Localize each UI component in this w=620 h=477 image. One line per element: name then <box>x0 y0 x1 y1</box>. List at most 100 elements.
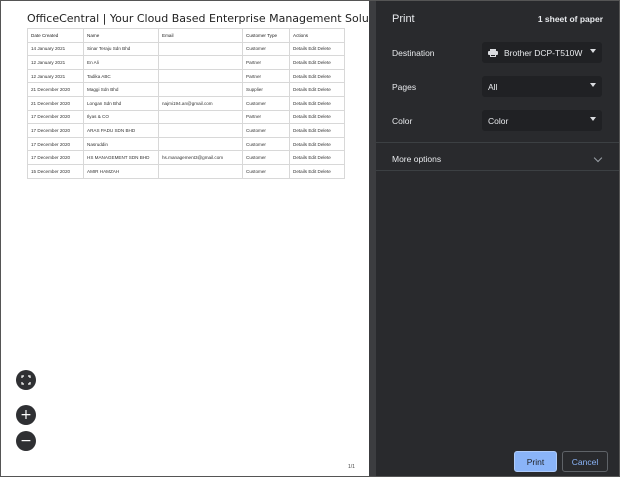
cell-actions[interactable]: Details Edit Delete <box>289 150 345 165</box>
table-row: 17 December 2020 ARAS PADU SDN BHD Custome… <box>27 123 345 138</box>
customer-table: Date Created Name Email Customer Type Ac… <box>27 28 345 179</box>
cell-actions[interactable]: Details Edit Delete <box>289 82 345 97</box>
cell-date-created: 21 December 2020 <box>27 95 84 111</box>
cell-date-created: 17 December 2020 <box>27 150 84 165</box>
destination-value: Brother DCP-T510W <box>504 47 583 58</box>
page-number: 1/1 <box>348 464 355 470</box>
pages-label: Pages <box>392 82 417 92</box>
column-header-customer-type: Customer Type <box>242 28 290 43</box>
cell-name: En Ali <box>83 55 159 70</box>
cell-customer-type: Customer <box>242 150 290 165</box>
table-row: 14 January 2021 Sinar Teraju Sdn Bhd Custo… <box>27 41 345 57</box>
preview-scrollbar[interactable] <box>369 1 376 476</box>
cell-customer-type: Supplier <box>242 82 290 97</box>
print-settings-panel: Print 1 sheet of paper Destination Broth… <box>376 1 619 476</box>
cell-date-created: 17 December 2020 <box>27 136 84 152</box>
pages-select[interactable]: All <box>482 76 602 97</box>
table-row: 12 January 2021 Tadika ABC Partner Details … <box>27 68 345 84</box>
cell-name: AMIR HAMZAH <box>83 163 159 179</box>
cell-date-created: 12 January 2021 <box>27 55 84 70</box>
cell-email <box>158 123 243 138</box>
cell-date-created: 12 January 2021 <box>27 68 84 84</box>
plus-icon: + <box>20 407 32 423</box>
cell-customer-type: Customer <box>242 41 290 57</box>
destination-select[interactable]: Brother DCP-T510W <box>482 42 602 63</box>
cell-actions[interactable]: Details Edit Delete <box>289 163 345 179</box>
more-options-toggle[interactable]: More options <box>392 154 441 164</box>
document-title: OfficeCentral | Your Cloud Based Enterpr… <box>27 12 369 25</box>
chevron-down-icon <box>590 49 596 53</box>
expand-chevron-icon[interactable] <box>593 153 603 163</box>
table-row: 12 January 2021 En Ali Partner Details Edit… <box>27 55 345 70</box>
divider <box>376 170 619 171</box>
cell-email <box>158 109 243 125</box>
column-header-actions: Actions <box>289 28 345 43</box>
cell-name: Tadika ABC <box>83 68 159 84</box>
color-label: Color <box>392 116 413 126</box>
cell-actions[interactable]: Details Edit Delete <box>289 41 345 57</box>
cell-email: najmi194.an@gmail.com <box>158 95 243 111</box>
table-row: 17 December 2020 Nasruddin Customer Details… <box>27 136 345 152</box>
table-row: 15 December 2020 AMIR HAMZAH Customer Detai… <box>27 163 345 179</box>
color-value: Color <box>488 115 509 126</box>
cell-actions[interactable]: Details Edit Delete <box>289 109 345 125</box>
cell-date-created: 21 December 2020 <box>27 82 84 97</box>
cell-name: ARAS PADU SDN BHD <box>83 123 159 138</box>
sheet-count: 1 sheet of paper <box>537 14 603 24</box>
cell-actions[interactable]: Details Edit Delete <box>289 95 345 111</box>
cell-name: Ilyas & CO <box>83 109 159 125</box>
cell-email <box>158 55 243 70</box>
cell-name: Maggi Sdn Bhd <box>83 82 159 97</box>
panel-title: Print <box>392 13 415 25</box>
preview-page: OfficeCentral | Your Cloud Based Enterpr… <box>1 1 369 476</box>
divider <box>376 142 619 143</box>
cell-customer-type: Customer <box>242 95 290 111</box>
cell-date-created: 15 December 2020 <box>27 163 84 179</box>
cell-name: Sinar Teraju Sdn Bhd <box>83 41 159 57</box>
table-row: 21 December 2020 Longan Sdn Bhd najmi194.a… <box>27 95 345 111</box>
destination-label: Destination <box>392 48 435 58</box>
color-select[interactable]: Color <box>482 110 602 131</box>
table-header-row: Date Created Name Email Customer Type Ac… <box>27 28 345 43</box>
cell-customer-type: Partner <box>242 55 290 70</box>
cell-email <box>158 41 243 57</box>
cell-name: HS MANAGEMENT SDN BHD <box>83 150 159 165</box>
cell-customer-type: Partner <box>242 109 290 125</box>
cell-email: hs.management3@gmail.com <box>158 150 243 165</box>
cell-actions[interactable]: Details Edit Delete <box>289 123 345 138</box>
minus-icon: − <box>20 433 32 449</box>
cell-name: Longan Sdn Bhd <box>83 95 159 111</box>
fit-to-page-button[interactable] <box>16 370 36 390</box>
chevron-down-icon <box>590 117 596 121</box>
cell-actions[interactable]: Details Edit Delete <box>289 136 345 152</box>
cell-date-created: 14 January 2021 <box>27 41 84 57</box>
cell-email <box>158 82 243 97</box>
cell-name: Nasruddin <box>83 136 159 152</box>
column-header-email: Email <box>158 28 243 43</box>
cell-email <box>158 68 243 84</box>
cell-actions[interactable]: Details Edit Delete <box>289 55 345 70</box>
print-button[interactable]: Print <box>514 451 557 472</box>
chevron-down-icon <box>590 83 596 87</box>
cell-date-created: 17 December 2020 <box>27 123 84 138</box>
cell-customer-type: Customer <box>242 163 290 179</box>
cell-date-created: 17 December 2020 <box>27 109 84 125</box>
print-preview-area: OfficeCentral | Your Cloud Based Enterpr… <box>1 1 369 476</box>
column-header-name: Name <box>83 28 159 43</box>
cancel-button[interactable]: Cancel <box>562 451 608 472</box>
table-row: 21 December 2020 Maggi Sdn Bhd Supplier Det… <box>27 82 345 97</box>
cell-actions[interactable]: Details Edit Delete <box>289 68 345 84</box>
zoom-in-button[interactable]: + <box>16 405 36 425</box>
column-header-date-created: Date Created <box>27 28 84 43</box>
cell-customer-type: Partner <box>242 68 290 84</box>
pages-value: All <box>488 81 498 92</box>
fit-to-page-icon <box>21 375 31 385</box>
cell-email <box>158 163 243 179</box>
cell-email <box>158 136 243 152</box>
table-row: 17 December 2020 HS MANAGEMENT SDN BHD hs.… <box>27 150 345 165</box>
cell-customer-type: Customer <box>242 136 290 152</box>
table-row: 17 December 2020 Ilyas & CO Partner Details… <box>27 109 345 125</box>
printer-icon <box>488 48 498 57</box>
zoom-out-button[interactable]: − <box>16 431 36 451</box>
cell-customer-type: Customer <box>242 123 290 138</box>
